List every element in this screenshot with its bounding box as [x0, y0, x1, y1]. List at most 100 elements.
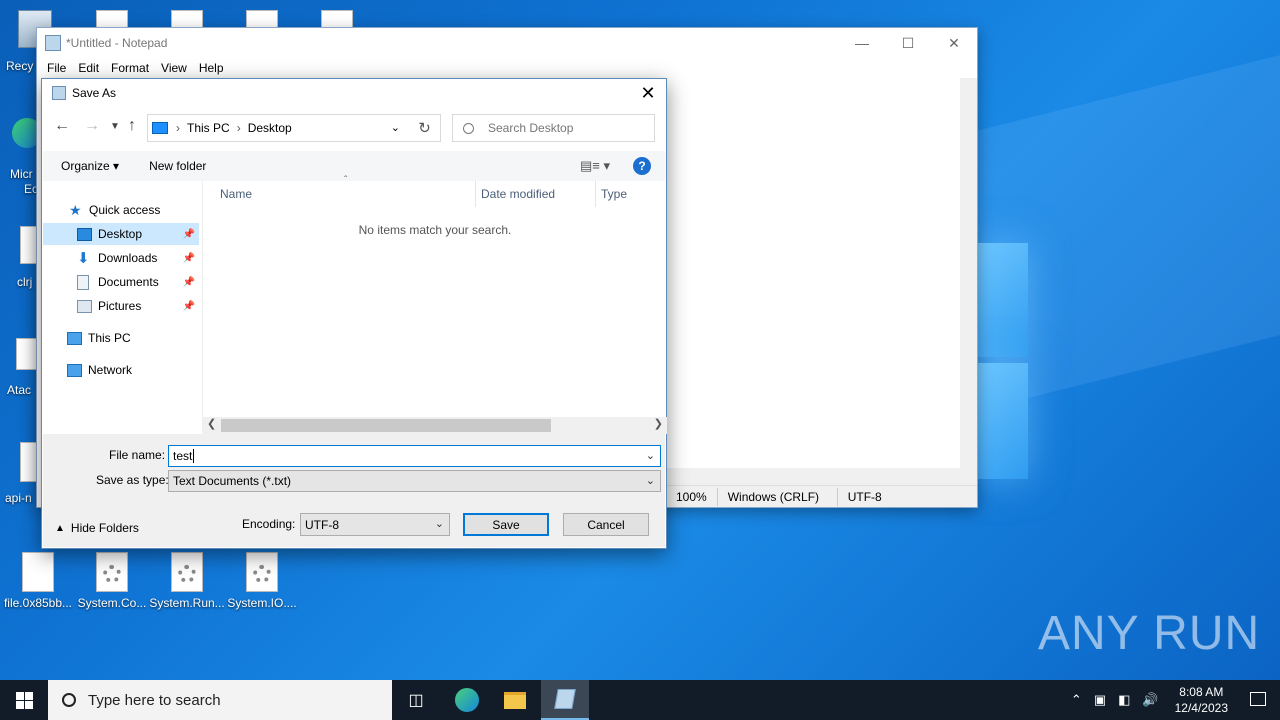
- search-placeholder: Search Desktop: [488, 121, 574, 135]
- settings-file-icon: [171, 552, 203, 592]
- desktop-icon-label: System.IO....: [227, 596, 297, 610]
- save-as-title-bar[interactable]: Save As: [42, 79, 666, 107]
- recent-locations-icon[interactable]: ▼: [110, 121, 120, 132]
- column-divider[interactable]: [595, 181, 596, 207]
- hide-folders-label: Hide Folders: [70, 521, 139, 535]
- computer-icon: [67, 331, 82, 345]
- forward-arrow-icon[interactable]: →: [84, 117, 100, 135]
- file-name-label: File name:: [109, 448, 166, 462]
- new-folder-button[interactable]: New folder: [137, 159, 224, 173]
- nav-label: This PC: [88, 331, 131, 345]
- pin-icon: 📌: [182, 276, 195, 288]
- save-button[interactable]: Save: [463, 513, 549, 536]
- scroll-right-icon[interactable]: ❯: [654, 417, 663, 430]
- notepad-horizontal-scrollbar[interactable]: [667, 468, 960, 485]
- notepad-title-bar[interactable]: *Untitled - Notepad: [37, 28, 977, 58]
- chevron-down-icon[interactable]: ⌄: [391, 121, 400, 134]
- network-icon[interactable]: ◧: [1118, 692, 1130, 708]
- nav-label: Downloads: [98, 251, 158, 265]
- save-as-type-select[interactable]: Text Documents (*.txt) ⌄: [168, 470, 661, 492]
- pin-icon: 📌: [182, 300, 195, 312]
- refresh-icon[interactable]: ↻: [409, 114, 441, 142]
- notepad-menu-bar: File Edit Format View Help: [37, 58, 977, 78]
- nav-label: Network: [88, 363, 133, 377]
- file-icon: [22, 552, 54, 592]
- address-bar[interactable]: › This PC › Desktop ⌄: [147, 114, 439, 142]
- task-view-icon[interactable]: ◫: [392, 680, 440, 720]
- chevron-up-icon[interactable]: ⌃: [1071, 692, 1082, 708]
- close-icon[interactable]: ✕: [638, 83, 658, 103]
- desktop-label-partial: api-n: [5, 491, 32, 505]
- nav-this-pc[interactable]: This PC: [43, 327, 199, 349]
- clock[interactable]: 8:08 AM 12/4/2023: [1175, 684, 1228, 716]
- desktop-icon-file[interactable]: System.IO....: [224, 552, 300, 610]
- desktop-icon-file[interactable]: System.Co...: [74, 552, 150, 610]
- notepad-vertical-scrollbar[interactable]: [960, 78, 977, 494]
- notification-icon[interactable]: [1250, 692, 1266, 706]
- search-icon: [463, 122, 474, 134]
- taskbar-search-box[interactable]: Type here to search: [48, 680, 392, 720]
- minimize-icon[interactable]: —: [839, 28, 885, 58]
- nav-pictures[interactable]: Pictures 📌: [43, 295, 199, 317]
- file-name-field[interactable]: test ⌄: [168, 445, 661, 467]
- save-as-type-label: Save as type:: [96, 473, 169, 487]
- device-icon[interactable]: ▣: [1094, 692, 1106, 708]
- breadcrumb-sep: ›: [236, 121, 241, 135]
- column-divider[interactable]: [475, 181, 476, 207]
- help-icon[interactable]: ?: [633, 157, 651, 175]
- status-line-ending: Windows (CRLF): [716, 487, 837, 506]
- breadcrumb-this-pc[interactable]: This PC: [187, 121, 230, 135]
- settings-file-icon: [246, 552, 278, 592]
- menu-help[interactable]: Help: [193, 61, 230, 75]
- scrollbar-thumb[interactable]: [221, 419, 551, 432]
- notepad-taskbar-icon[interactable]: [541, 680, 589, 720]
- search-icon: [62, 693, 76, 707]
- chevron-down-icon[interactable]: ⌄: [646, 449, 655, 462]
- column-type[interactable]: Type: [601, 187, 627, 201]
- menu-file[interactable]: File: [41, 61, 72, 75]
- nav-documents[interactable]: Documents 📌: [43, 271, 199, 293]
- organize-button[interactable]: Organize ▾: [43, 159, 137, 173]
- nav-network[interactable]: Network: [43, 359, 199, 381]
- volume-icon[interactable]: 🔊: [1142, 692, 1158, 708]
- edge-icon[interactable]: [443, 680, 491, 720]
- up-arrow-icon[interactable]: ↑: [128, 117, 136, 135]
- view-options-icon[interactable]: ▤≡ ▾: [580, 158, 610, 174]
- clock-date: 12/4/2023: [1174, 701, 1228, 715]
- desktop-icon-file[interactable]: file.0x85bb...: [0, 552, 76, 610]
- menu-view[interactable]: View: [155, 61, 193, 75]
- settings-file-icon: [96, 552, 128, 592]
- notepad-icon: [52, 86, 66, 100]
- file-desktop-icon[interactable]: [16, 338, 38, 370]
- start-button[interactable]: [0, 680, 48, 720]
- notepad-title: *Untitled - Notepad: [66, 36, 168, 50]
- chevron-down-icon[interactable]: ⌄: [646, 474, 655, 487]
- maximize-icon[interactable]: ☐: [885, 28, 931, 58]
- pin-icon: 📌: [182, 252, 195, 264]
- column-name[interactable]: Name: [220, 187, 252, 201]
- back-arrow-icon[interactable]: ←: [54, 117, 70, 135]
- scroll-left-icon[interactable]: ❮: [207, 417, 216, 430]
- chevron-down-icon[interactable]: ⌄: [435, 517, 444, 530]
- navigation-bar: ← → ▼ ↑ › This PC › Desktop ⌄ ↻ Search D…: [42, 113, 666, 143]
- desktop-label-partial: Recy: [6, 59, 34, 73]
- desktop-icon-file[interactable]: System.Run...: [149, 552, 225, 610]
- nav-label: Desktop: [98, 227, 143, 241]
- cancel-button[interactable]: Cancel: [563, 513, 649, 536]
- search-input[interactable]: Search Desktop: [452, 114, 655, 142]
- column-date-modified[interactable]: Date modified: [481, 187, 555, 201]
- horizontal-scrollbar[interactable]: ❮ ❯: [203, 417, 667, 434]
- close-icon[interactable]: ✕: [931, 28, 977, 58]
- menu-edit[interactable]: Edit: [72, 61, 105, 75]
- menu-format[interactable]: Format: [105, 61, 155, 75]
- breadcrumb-desktop[interactable]: Desktop: [248, 121, 292, 135]
- encoding-select[interactable]: UTF-8 ⌄: [300, 513, 450, 536]
- desktop-label-partial: clrj: [17, 275, 33, 289]
- nav-downloads[interactable]: ⬇ Downloads 📌: [43, 247, 199, 269]
- file-explorer-icon[interactable]: [491, 680, 539, 720]
- hide-folders-button[interactable]: ▲ Hide Folders: [55, 521, 139, 535]
- nav-desktop[interactable]: Desktop 📌: [43, 223, 199, 245]
- nav-quick-access[interactable]: ★ Quick access: [43, 199, 199, 221]
- system-tray: ⌃ ▣ ◧ 🔊 8:08 AM 12/4/2023: [1065, 680, 1228, 720]
- windows-logo-pane-bottom: [978, 363, 1028, 479]
